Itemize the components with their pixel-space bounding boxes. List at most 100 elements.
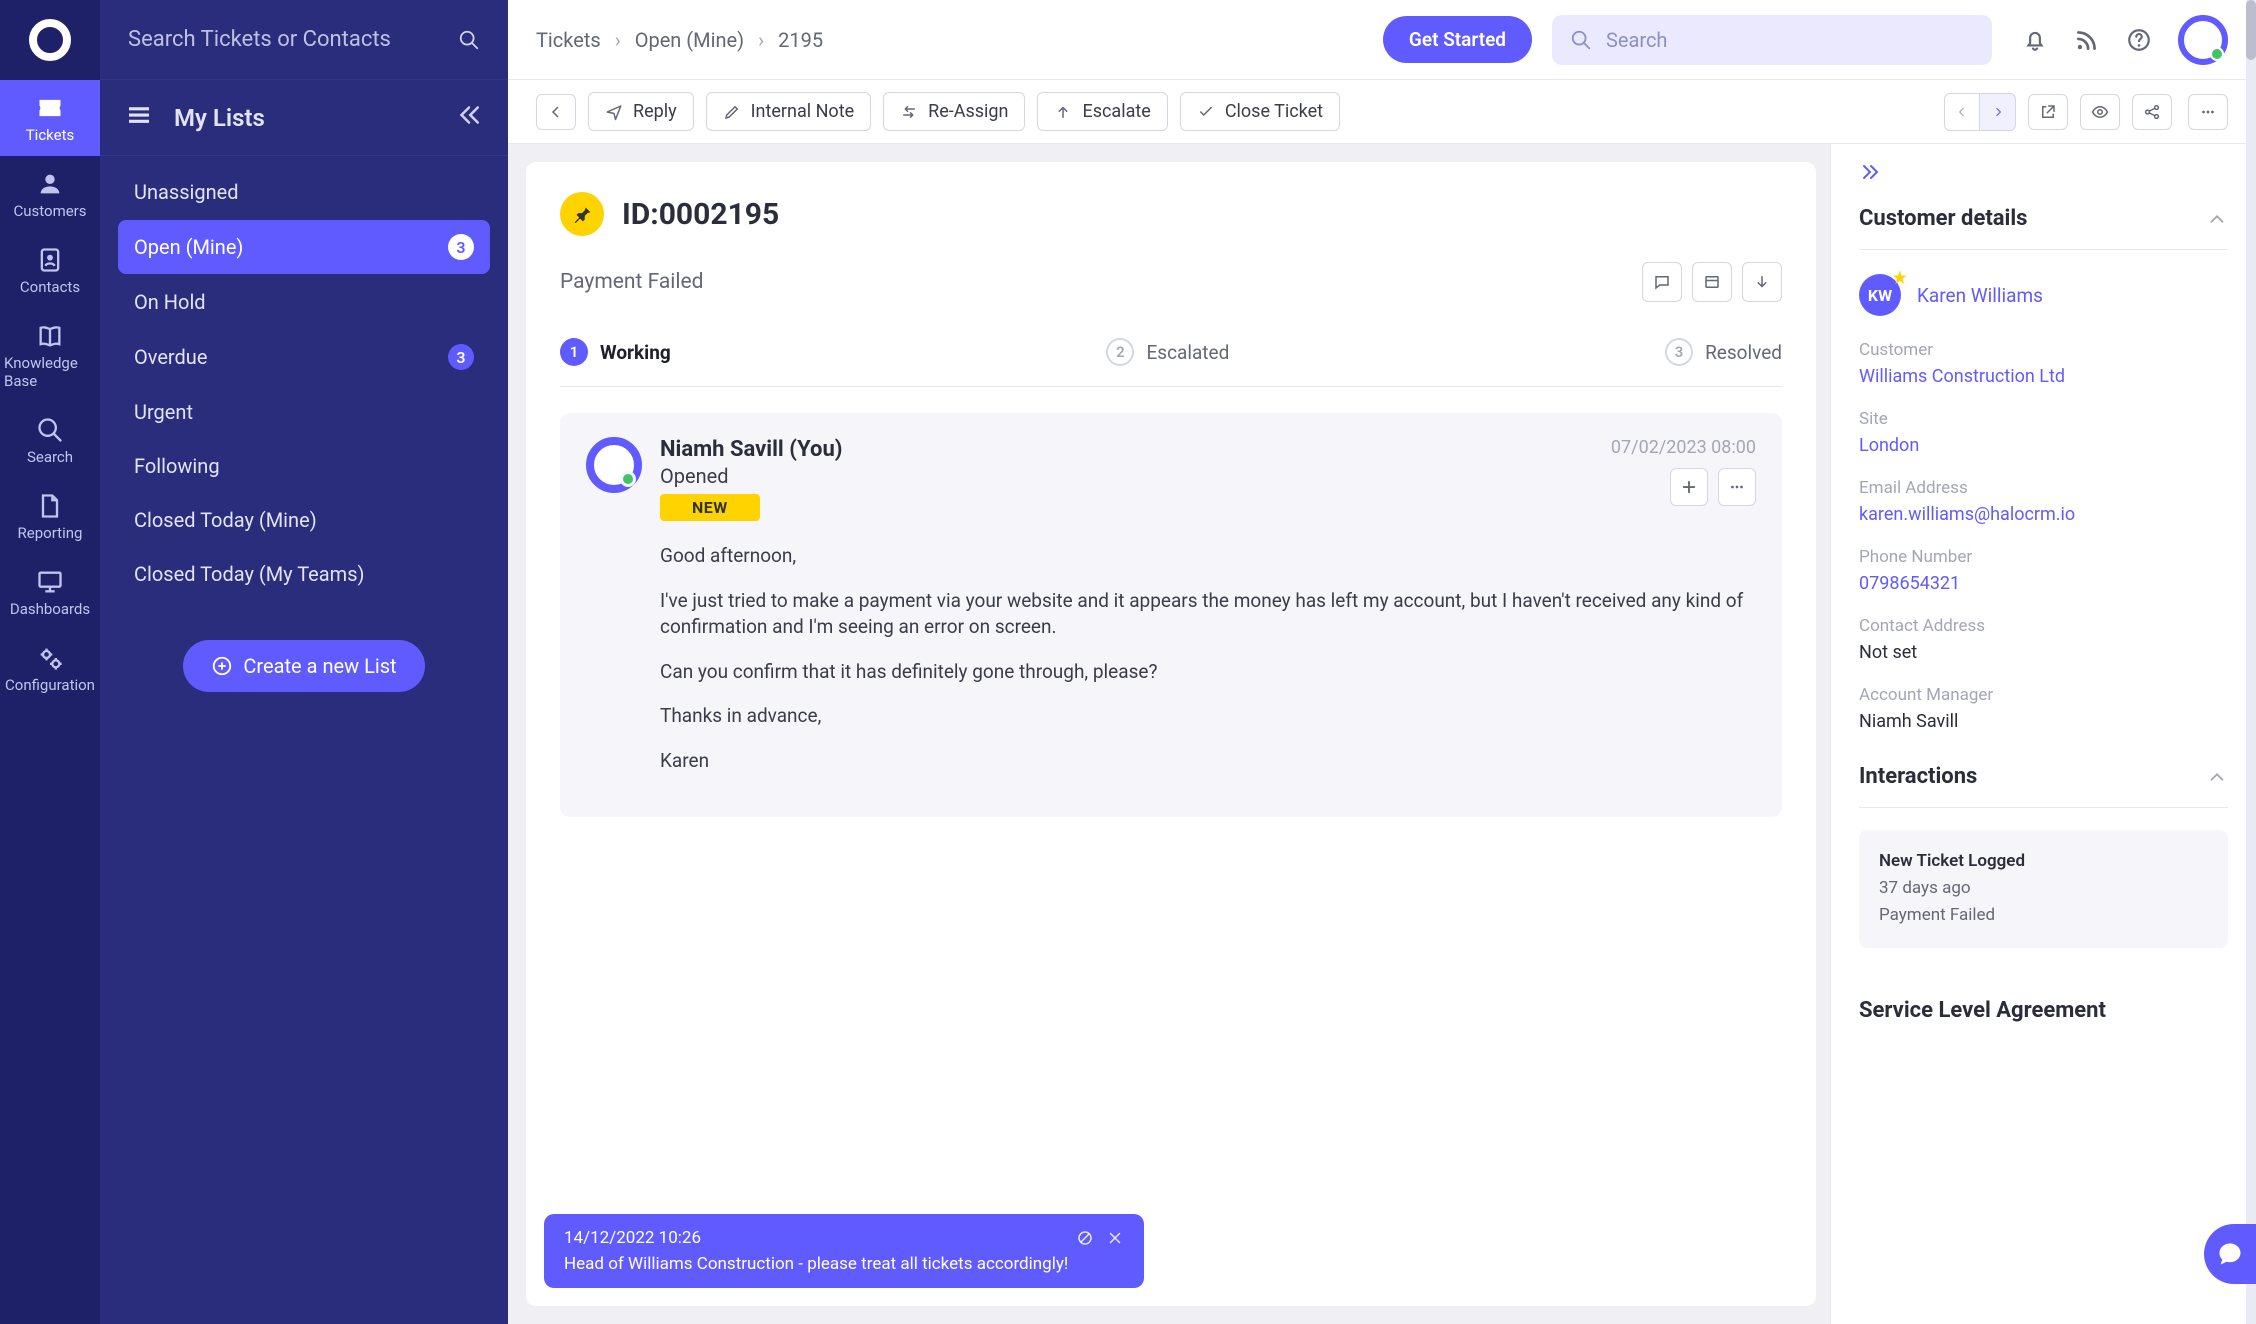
bell-icon[interactable] (2022, 27, 2048, 53)
sidebar-search-input[interactable] (128, 27, 446, 52)
sidebar-item-urgent[interactable]: Urgent (118, 386, 490, 438)
pin-badge[interactable] (560, 192, 604, 236)
internal-note-button[interactable]: Internal Note (706, 92, 871, 131)
customer-name-link[interactable]: Karen Williams (1917, 284, 2043, 307)
chevron-up-icon (2206, 766, 2228, 788)
rail-item-knowledge-base[interactable]: Knowledge Base (0, 308, 100, 402)
customer-details-heading[interactable]: Customer details (1859, 196, 2228, 250)
escalate-button[interactable]: Escalate (1037, 92, 1167, 131)
sidebar-heading: My Lists (174, 104, 265, 132)
menu-icon[interactable] (124, 100, 154, 136)
search-icon (458, 29, 480, 51)
file-icon (36, 492, 64, 520)
scrollbar[interactable] (2246, 0, 2256, 1324)
status-steps: 1Working 2Escalated 3Resolved (560, 338, 1782, 366)
rail-item-tickets[interactable]: Tickets (0, 80, 100, 156)
rail-item-contacts[interactable]: Contacts (0, 232, 100, 308)
cog-icon (36, 644, 64, 672)
global-search-input[interactable] (1606, 28, 1974, 52)
sidebar-item-following[interactable]: Following (118, 440, 490, 492)
plus-icon (1680, 478, 1698, 496)
logo[interactable] (0, 0, 100, 80)
sidebar: My Lists UnassignedOpen (Mine)3On HoldOv… (100, 0, 508, 1324)
pager (1944, 93, 2016, 131)
rail-item-dashboards[interactable]: Dashboards (0, 554, 100, 630)
plus-circle-icon (211, 655, 233, 677)
sidebar-search[interactable] (100, 0, 508, 80)
collapse-sidebar-icon[interactable] (454, 100, 484, 136)
chat-fab[interactable] (2204, 1224, 2256, 1284)
pin-icon (571, 203, 593, 225)
rail-item-configuration[interactable]: Configuration (0, 630, 100, 706)
popout-icon (2039, 103, 2057, 121)
book-icon (36, 322, 64, 350)
reply-icon (605, 103, 623, 121)
help-icon[interactable] (2126, 27, 2152, 53)
count-badge: 3 (448, 234, 474, 260)
detail-contact-address: Contact AddressNot set (1859, 616, 2228, 663)
arrow-up-icon (1054, 103, 1072, 121)
rss-icon[interactable] (2074, 27, 2100, 53)
more-actions-button[interactable] (2188, 94, 2228, 130)
customer-avatar[interactable]: KW★ (1859, 274, 1901, 316)
chat-icon (1653, 273, 1671, 291)
close-icon[interactable] (1106, 1229, 1124, 1247)
layout-toggle-button[interactable] (1692, 262, 1732, 302)
sidebar-item-open-mine-[interactable]: Open (Mine)3 (118, 220, 490, 274)
toggle-conversation-button[interactable] (1642, 262, 1682, 302)
sidebar-item-on-hold[interactable]: On Hold (118, 276, 490, 328)
monitor-icon (36, 568, 64, 596)
interaction-item[interactable]: New Ticket Logged 37 days ago Payment Fa… (1859, 830, 2228, 948)
share-button[interactable] (2132, 94, 2172, 130)
profile-avatar[interactable] (2178, 15, 2228, 65)
rail-item-customers[interactable]: Customers (0, 156, 100, 232)
note-text: Head of Williams Construction - please t… (564, 1254, 1124, 1274)
reassign-button[interactable]: Re-Assign (883, 92, 1025, 131)
step-working[interactable]: 1Working (560, 338, 671, 366)
expand-panel-icon[interactable] (1859, 160, 1883, 184)
interactions-heading[interactable]: Interactions (1859, 754, 2228, 808)
sidebar-heading-row: My Lists (100, 80, 508, 156)
bottom-note: 14/12/2022 10:26 Head of Williams Constr… (544, 1214, 1144, 1288)
sidebar-item-closed-today-mine-[interactable]: Closed Today (Mine) (118, 494, 490, 546)
jump-bottom-button[interactable] (1742, 262, 1782, 302)
add-action-button[interactable] (1670, 468, 1708, 506)
sidebar-item-overdue[interactable]: Overdue3 (118, 330, 490, 384)
reply-button[interactable]: Reply (588, 92, 694, 131)
sla-heading[interactable]: Service Level Agreement (1859, 988, 2228, 1041)
watch-button[interactable] (2080, 94, 2120, 130)
pager-next[interactable] (1980, 93, 2016, 131)
detail-account-manager: Account ManagerNiamh Savill (1859, 685, 2228, 732)
breadcrumb-item[interactable]: Open (Mine) (635, 28, 744, 52)
sender-name: Niamh Savill (You) (660, 437, 843, 462)
step-escalated[interactable]: 2Escalated (1106, 338, 1229, 366)
detail-phone-number: Phone Number0798654321 (1859, 547, 2228, 594)
rail-item-reporting[interactable]: Reporting (0, 478, 100, 554)
pager-prev[interactable] (1944, 93, 1980, 131)
sidebar-item-closed-today-my-teams-[interactable]: Closed Today (My Teams) (118, 548, 490, 600)
create-new-list-button[interactable]: Create a new List (183, 640, 424, 692)
scrollbar-thumb[interactable] (2246, 0, 2256, 60)
ticket-id: ID:0002195 (622, 197, 779, 232)
breadcrumb-item: 2195 (778, 28, 823, 52)
layout-icon (1703, 273, 1721, 291)
breadcrumb: Tickets›Open (Mine)›2195 (536, 28, 823, 52)
get-started-button[interactable]: Get Started (1383, 16, 1532, 63)
dismiss-forever-icon[interactable] (1076, 1229, 1094, 1247)
topbar-icons (2022, 15, 2228, 65)
close-ticket-button[interactable]: Close Ticket (1180, 92, 1340, 131)
nav-rail: TicketsCustomersContactsKnowledge BaseSe… (0, 0, 100, 1324)
note-timestamp: 14/12/2022 10:26 (564, 1228, 701, 1248)
check-icon (1197, 103, 1215, 121)
popout-button[interactable] (2028, 94, 2068, 130)
star-icon: ★ (1893, 268, 1907, 287)
message-more-button[interactable] (1718, 468, 1756, 506)
step-resolved[interactable]: 3Resolved (1665, 338, 1782, 366)
back-button[interactable] (536, 94, 576, 130)
rail-item-search[interactable]: Search (0, 402, 100, 478)
sidebar-item-unassigned[interactable]: Unassigned (118, 166, 490, 218)
sender-avatar[interactable] (586, 437, 642, 493)
global-search[interactable] (1552, 15, 1992, 65)
chevron-up-icon (2206, 208, 2228, 230)
breadcrumb-item[interactable]: Tickets (536, 28, 601, 52)
